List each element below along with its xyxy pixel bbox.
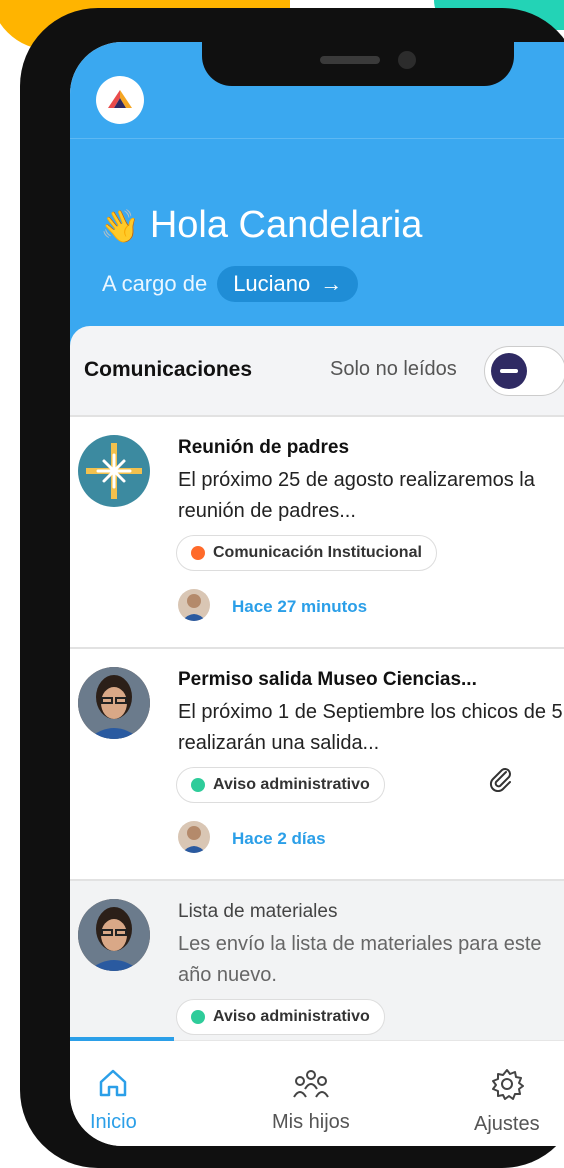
in-charge-label: A cargo de — [102, 271, 208, 296]
child-selector-button[interactable]: Luciano → — [217, 266, 359, 302]
toggle-knob — [491, 353, 527, 389]
message-title: Permiso salida Museo Ciencias... — [178, 669, 477, 690]
nav-label: Mis hijos — [272, 1111, 350, 1133]
arrow-right-icon: → — [320, 271, 343, 296]
message-item[interactable]: Reunión de padres El próximo 25 de agost… — [70, 417, 564, 647]
school-avatar — [78, 435, 150, 507]
unread-only-label: Solo no leídos — [330, 358, 457, 380]
nav-mis-hijos[interactable]: Mis hijos — [272, 1067, 350, 1134]
tag-label: Comunicación Institucional — [213, 544, 422, 561]
in-charge-row: A cargo de Luciano → — [102, 266, 359, 302]
message-time: Hace 27 minutos — [232, 597, 368, 616]
header-divider — [70, 138, 564, 139]
front-camera — [398, 51, 416, 69]
nav-label: Inicio — [90, 1111, 137, 1133]
home-icon — [100, 1069, 127, 1097]
person-avatar-icon — [182, 826, 206, 853]
paperclip-icon[interactable] — [488, 766, 514, 796]
message-body: El próximo 1 de Septiembre los chicos de… — [178, 701, 563, 754]
communications-title: Comunicaciones — [84, 358, 253, 381]
phone-frame: 👋 Hola Candelaria A cargo de Luciano → C… — [20, 8, 564, 1168]
sender-photo — [78, 899, 150, 971]
message-body: Les envío la lista de materiales para es… — [178, 933, 542, 986]
message-title: Lista de materiales — [178, 901, 338, 922]
nav-inicio[interactable]: Inicio — [90, 1067, 137, 1134]
tag-dot — [191, 778, 205, 792]
message-time: Hace 2 días — [232, 829, 326, 848]
message-item[interactable]: Lista de materiales Les envío la lista d… — [70, 881, 564, 1051]
people-icon — [293, 1070, 329, 1098]
app-screen: 👋 Hola Candelaria A cargo de Luciano → C… — [70, 42, 564, 1146]
category-tag: Aviso administrativo — [176, 767, 385, 803]
gear-icon — [491, 1069, 524, 1100]
person-avatar-icon — [182, 594, 206, 621]
tag-dot — [191, 1010, 205, 1024]
greeting-text: Hola Candelaria — [149, 204, 423, 246]
app-logo[interactable] — [96, 76, 144, 124]
phone-notch — [202, 42, 514, 86]
unread-only-toggle[interactable] — [484, 346, 564, 396]
category-tag: Comunicación Institucional — [176, 535, 437, 571]
bottom-navigation: Inicio Mis hijos Ajustes — [70, 1037, 564, 1146]
tag-label: Aviso administrativo — [213, 1008, 370, 1025]
message-item[interactable]: Permiso salida Museo Ciencias... El próx… — [70, 649, 564, 879]
school-logo-icon — [86, 443, 142, 499]
wave-icon: 👋 — [100, 206, 140, 245]
tag-dot — [191, 546, 205, 560]
person-avatar-icon — [78, 899, 150, 971]
message-title: Reunión de padres — [178, 437, 350, 458]
sender-avatar — [178, 821, 210, 853]
person-avatar-icon — [78, 667, 150, 739]
communications-bar: Comunicaciones Solo no leídos — [70, 326, 564, 416]
logo-icon — [108, 90, 132, 108]
sender-avatar — [178, 589, 210, 621]
greeting: 👋 Hola Candelaria — [100, 204, 422, 247]
nav-label: Ajustes — [474, 1113, 540, 1135]
message-body: El próximo 25 de agosto realizaremos la … — [178, 469, 535, 522]
category-tag: Aviso administrativo — [176, 999, 385, 1035]
sender-photo — [78, 667, 150, 739]
active-tab-indicator — [70, 1037, 174, 1041]
child-name: Luciano — [233, 271, 311, 296]
app-header: 👋 Hola Candelaria A cargo de Luciano → — [70, 42, 564, 362]
nav-ajustes[interactable]: Ajustes — [474, 1067, 540, 1136]
tag-label: Aviso administrativo — [213, 776, 370, 793]
speaker — [320, 56, 380, 64]
